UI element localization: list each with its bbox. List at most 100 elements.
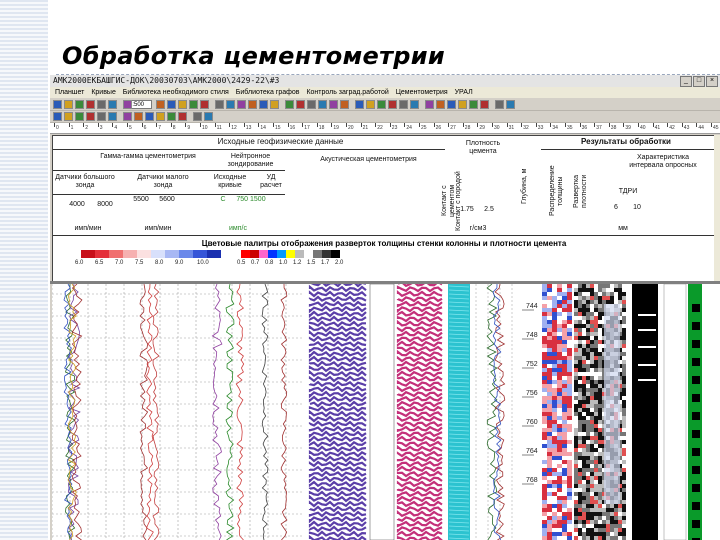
density-cell (598, 292, 602, 296)
toolbar-tool-icon[interactable] (226, 100, 235, 109)
right-margin-track (704, 284, 720, 540)
toolbar-tool-icon[interactable] (399, 100, 408, 109)
menu-item-ural[interactable]: УРАЛ (455, 89, 473, 96)
density-cell (578, 384, 582, 388)
density-cell (586, 520, 590, 524)
toolbar-tool-icon[interactable] (495, 100, 504, 109)
thickness-cell (562, 340, 567, 344)
toolbar-tool-icon[interactable] (425, 100, 434, 109)
thickness-cell (557, 520, 562, 524)
toolbar-tool-icon[interactable] (97, 112, 106, 121)
menu-item-planshet[interactable]: Планшет (55, 89, 84, 96)
menu-item-curves[interactable]: Кривые (91, 89, 116, 96)
toolbar-tool-icon[interactable] (285, 100, 294, 109)
thickness-cell (557, 424, 562, 428)
toolbar-tool-icon[interactable] (167, 112, 176, 121)
maximize-button[interactable]: □ (693, 76, 705, 87)
toolbar-tool-icon[interactable] (189, 100, 198, 109)
toolbar-tool-icon[interactable] (108, 100, 117, 109)
thickness-cell (567, 368, 572, 372)
density-cell (574, 476, 578, 480)
menu-item-graph-library[interactable]: Библиотека графов (236, 89, 300, 96)
toolbar-tool-icon[interactable] (447, 100, 456, 109)
toolbar-tool-icon[interactable] (480, 100, 489, 109)
toolbar-tool-icon[interactable] (64, 112, 73, 121)
menu-item-style-library[interactable]: Библиотека необходимого стиля (123, 89, 229, 96)
thickness-cell (552, 324, 557, 328)
toolbar-tool-icon[interactable] (108, 112, 117, 121)
toolbar-tool-icon[interactable] (97, 100, 106, 109)
close-button[interactable]: × (706, 76, 718, 87)
header-scrollbar[interactable] (714, 135, 720, 281)
density-cell (578, 312, 582, 316)
toolbar-tool-icon[interactable] (156, 100, 165, 109)
toolbar-tool-icon[interactable] (204, 112, 213, 121)
toolbar-tool-icon[interactable] (366, 100, 375, 109)
density-cell (586, 392, 590, 396)
ruler-tick (156, 123, 158, 127)
toolbar-tool-icon[interactable] (388, 100, 397, 109)
density-cell (574, 380, 578, 384)
density-cell (594, 388, 598, 392)
toolbar-tool-icon[interactable] (329, 100, 338, 109)
density-cell (594, 516, 598, 520)
toolbar-tool-icon[interactable] (75, 100, 84, 109)
toolbar-tool-icon[interactable] (178, 112, 187, 121)
toolbar-tool-icon[interactable] (86, 112, 95, 121)
toolbar-tool-icon[interactable] (340, 100, 349, 109)
density-cell (582, 412, 586, 416)
toolbar-tool-icon[interactable] (215, 100, 224, 109)
toolbar-tool-icon[interactable] (318, 100, 327, 109)
density-cell (590, 524, 594, 528)
thickness-cell (552, 320, 557, 324)
depth-label: 756 (526, 390, 538, 397)
contact-wave-line (396, 400, 443, 408)
toolbar-tool-icon[interactable] (377, 100, 386, 109)
density-cell (622, 356, 626, 360)
toolbar-tool-icon[interactable] (156, 112, 165, 121)
toolbar-tool-icon[interactable] (248, 100, 257, 109)
toolbar-tool-icon[interactable] (355, 100, 364, 109)
contact-wave-line (396, 285, 443, 293)
toolbar-tool-icon[interactable] (259, 100, 268, 109)
toolbar-tool-icon[interactable] (270, 100, 279, 109)
ruler-tick (170, 123, 172, 127)
thickness-cell (552, 512, 557, 516)
density-cell (574, 384, 578, 388)
menu-item-cementometry[interactable]: Цементометрия (396, 89, 448, 96)
toolbar-tool-icon[interactable] (123, 100, 132, 109)
toolbar-tool-icon[interactable] (53, 100, 62, 109)
toolbar-tool-icon[interactable] (436, 100, 445, 109)
density-cell (582, 496, 586, 500)
density-cell (590, 316, 594, 320)
toolbar-tool-icon[interactable] (75, 112, 84, 121)
toolbar-tool-icon[interactable] (458, 100, 467, 109)
toolbar-tool-icon[interactable] (307, 100, 316, 109)
toolbar-tool-icon[interactable] (178, 100, 187, 109)
toolbar-tool-icon[interactable] (237, 100, 246, 109)
density-cell (590, 528, 594, 532)
density-cell (622, 364, 626, 368)
density-cell (578, 356, 582, 360)
ruler-tick (535, 123, 537, 127)
toolbar-tool-icon[interactable] (193, 112, 202, 121)
toolbar-tool-icon[interactable] (145, 112, 154, 121)
toolbar-tool-icon[interactable] (200, 100, 209, 109)
toolbar-tool-icon[interactable] (296, 100, 305, 109)
density-cell (622, 304, 626, 308)
density-cell (590, 412, 594, 416)
toolbar-tool-icon[interactable] (123, 112, 132, 121)
toolbar-tool-icon[interactable] (167, 100, 176, 109)
toolbar-tool-icon[interactable] (506, 100, 515, 109)
toolbar-tool-icon[interactable] (410, 100, 419, 109)
toolbar-tool-icon[interactable] (53, 112, 62, 121)
thickness-cell (562, 364, 567, 368)
toolbar-tool-icon[interactable] (469, 100, 478, 109)
minimize-button[interactable]: _ (680, 76, 692, 87)
toolbar-tool-icon[interactable] (64, 100, 73, 109)
thickness-cell (542, 452, 547, 456)
thickness-cell (542, 444, 547, 448)
toolbar-tool-icon[interactable] (134, 112, 143, 121)
toolbar-tool-icon[interactable] (86, 100, 95, 109)
menu-item-control[interactable]: Контроль заград.работой (306, 89, 388, 96)
